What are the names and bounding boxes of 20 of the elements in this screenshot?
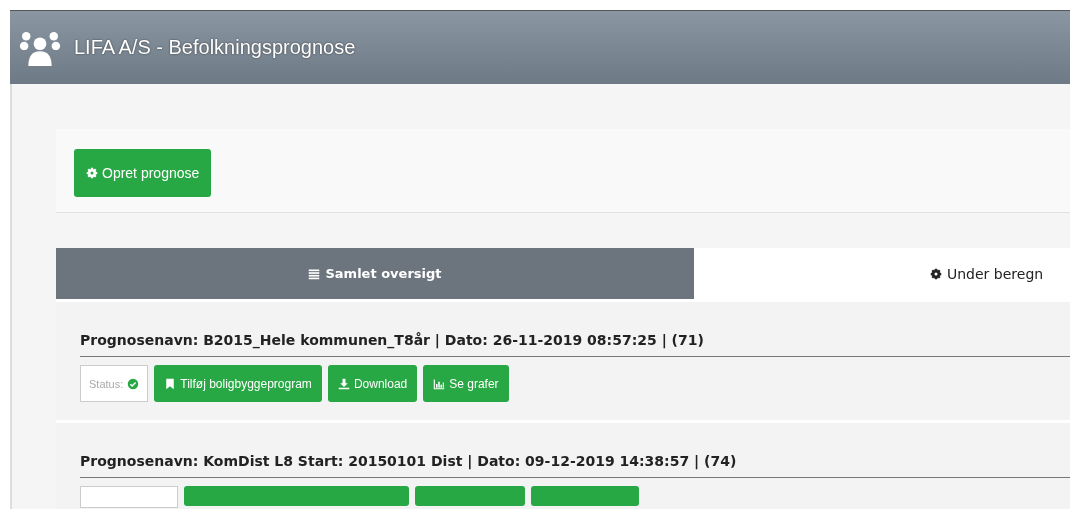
bookmark-icon (164, 377, 177, 390)
download-icon (337, 377, 350, 390)
action-button[interactable]: Se grafer (423, 365, 509, 402)
gear-icon (86, 167, 98, 179)
people-icon (18, 29, 62, 66)
forecast-title: Prognosenavn: KomDist L8 Start: 20150101 Dist | Dato: 09-12-2019 14:38:57 | (74) (80, 453, 738, 469)
action-button[interactable] (184, 486, 409, 506)
action-button[interactable]: Download (327, 365, 418, 402)
bar-chart-icon (433, 377, 446, 390)
action-button[interactable]: Tilføj boligbyggeprogram (154, 365, 322, 402)
action-button[interactable] (531, 486, 639, 506)
create-forecast-button[interactable]: Opret prognose (74, 149, 212, 197)
list-icon (308, 267, 321, 280)
window-title: LIFA A/S - Befolkningsprognose (74, 36, 356, 59)
action-button[interactable] (415, 486, 525, 506)
tab[interactable]: Under beregn (694, 248, 1070, 299)
forecast-title: Prognosenavn: B2015_Hele kommunen_T8år | Dato: 26-11-2019 08:57:25 | (71) (80, 332, 705, 348)
tab[interactable]: Samlet oversigt (56, 248, 694, 299)
status-label: Status: (80, 365, 149, 402)
gear-icon (930, 267, 942, 280)
